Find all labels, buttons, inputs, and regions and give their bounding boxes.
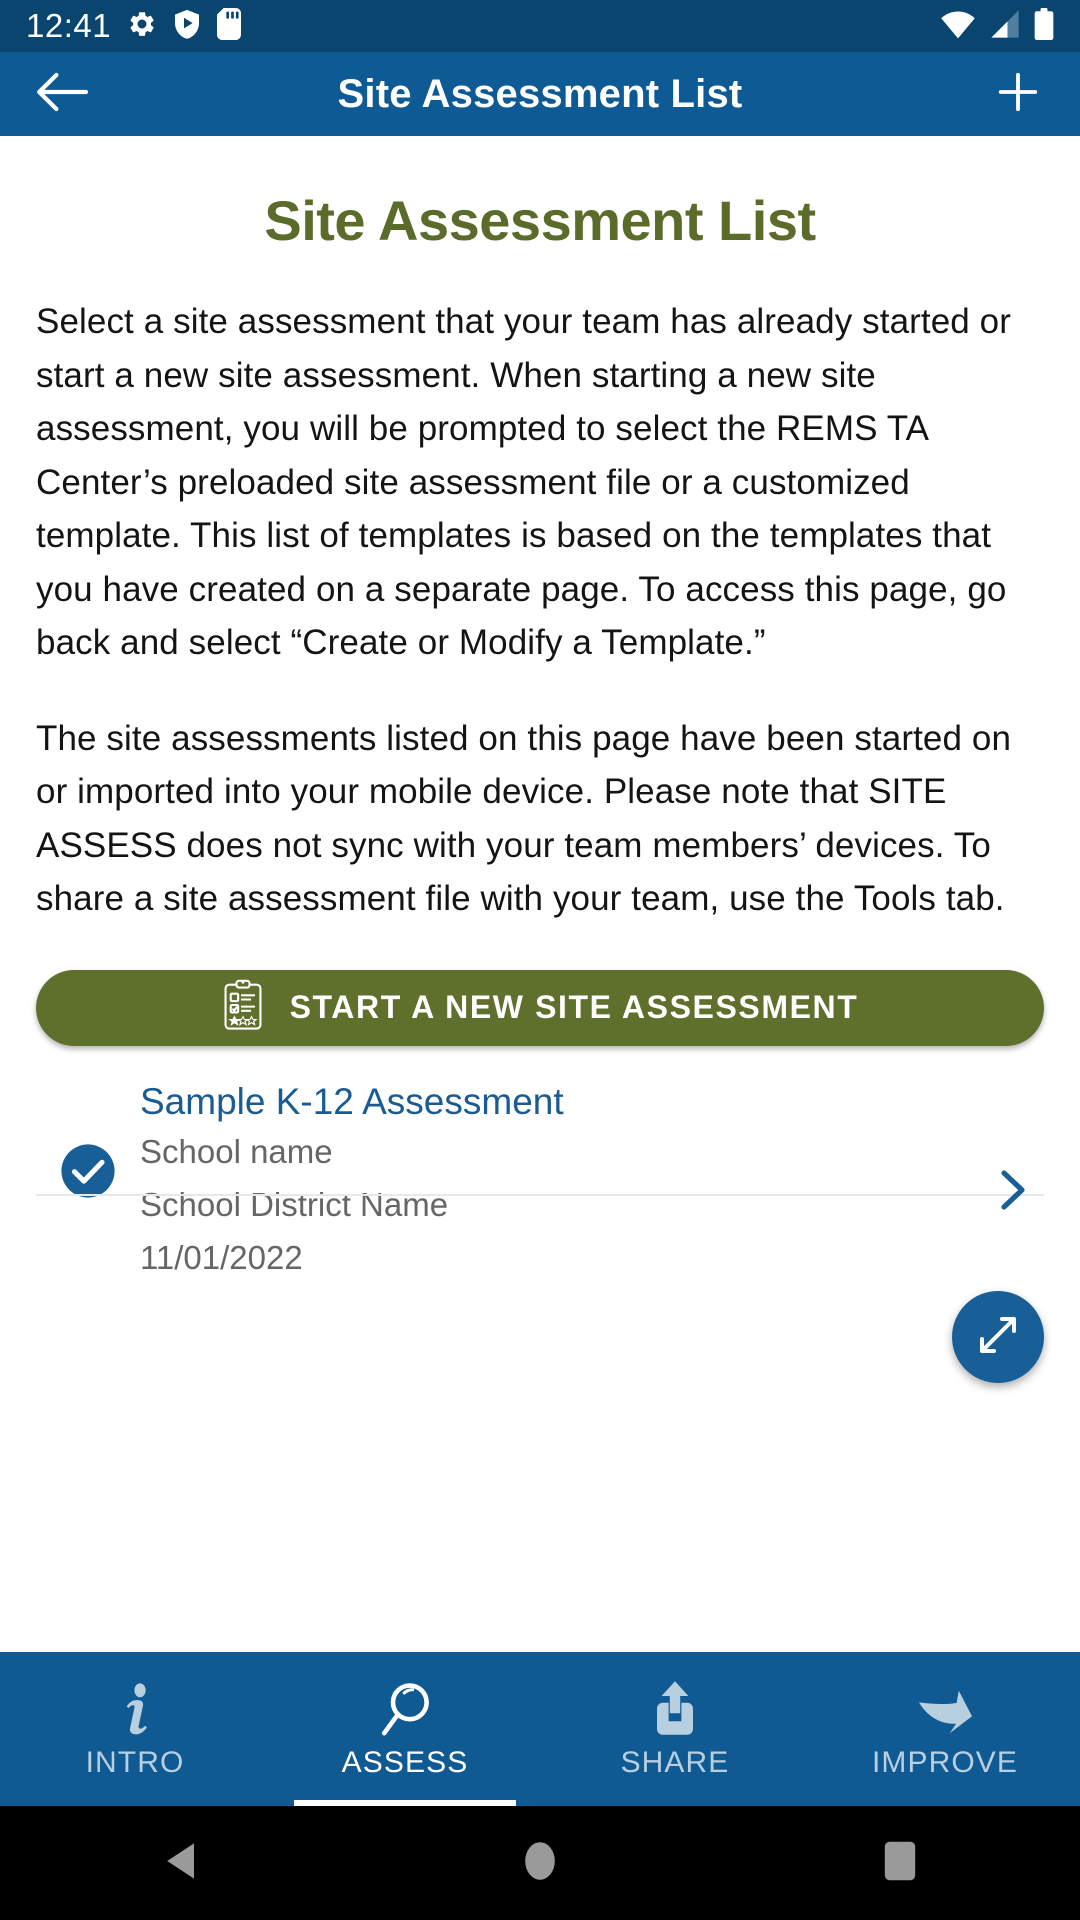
app-bar: Site Assessment List [0, 52, 1080, 136]
tab-share-label: SHARE [620, 1746, 730, 1779]
list-divider [36, 1193, 1044, 1196]
android-back-button[interactable] [120, 1806, 240, 1920]
chevron-right-icon[interactable] [996, 1168, 1030, 1217]
selected-indicator[interactable] [36, 1080, 140, 1205]
status-bar-left: 12:41 [26, 7, 242, 45]
tab-improve[interactable]: IMPROVE [810, 1652, 1080, 1806]
share-upload-icon [652, 1678, 698, 1740]
intro-paragraph-1: Select a site assessment that your team … [36, 302, 1012, 662]
curved-arrow-icon [916, 1678, 974, 1740]
android-nav-bar [0, 1806, 1080, 1920]
tab-assess[interactable]: ASSESS [270, 1652, 540, 1806]
school-name: School name [140, 1133, 333, 1171]
android-home-icon [521, 1839, 559, 1888]
tab-intro-label: INTRO [85, 1746, 185, 1779]
back-arrow-icon [36, 71, 89, 118]
phone-screen: 12:41 Site Assessment List Site Assessme… [0, 0, 1080, 1920]
app-bar-title: Site Assessment List [337, 71, 743, 116]
clipboard-checklist-icon [222, 979, 264, 1036]
start-new-site-assessment-label: START A NEW SITE ASSESSMENT [289, 989, 859, 1025]
wifi-icon [940, 9, 976, 44]
list-item-body: Sample K-12 Assessment School name Schoo… [140, 1080, 1044, 1282]
tab-share[interactable]: SHARE [540, 1652, 810, 1806]
expand-fab-button[interactable] [952, 1291, 1044, 1383]
assessment-date: 11/01/2022 [140, 1238, 303, 1276]
main-content: Site Assessment List Select a site asses… [0, 136, 1080, 1652]
expand-diagonal-icon [974, 1311, 1022, 1364]
bottom-tab-bar: INTRO ASSESS SHARE IMPROVE [0, 1652, 1080, 1806]
gear-icon [127, 9, 157, 44]
android-recents-button[interactable] [840, 1806, 960, 1920]
android-home-button[interactable] [480, 1806, 600, 1920]
plus-icon [995, 69, 1041, 120]
intro-paragraph-2: The site assessments listed on this page… [36, 718, 1012, 919]
info-italic-icon [113, 1678, 157, 1740]
page-title: Site Assessment List [264, 189, 816, 252]
cellular-signal-icon [988, 9, 1022, 44]
back-button[interactable] [26, 58, 98, 130]
status-time: 12:41 [26, 7, 112, 44]
tab-intro[interactable]: INTRO [0, 1652, 270, 1806]
android-recents-icon [882, 1839, 918, 1888]
active-tab-underline [294, 1800, 516, 1806]
sd-card-icon [217, 7, 242, 45]
tab-assess-label: ASSESS [341, 1746, 469, 1779]
android-back-icon [162, 1841, 198, 1886]
assessment-title[interactable]: Sample K-12 Assessment [140, 1080, 954, 1124]
status-bar: 12:41 [0, 0, 1080, 52]
assessment-list: Sample K-12 Assessment School name Schoo… [36, 1072, 1044, 1282]
magnifier-icon [379, 1678, 431, 1740]
tab-improve-label: IMPROVE [871, 1746, 1019, 1779]
shield-play-icon [173, 9, 201, 44]
battery-icon [1034, 7, 1054, 45]
list-item[interactable]: Sample K-12 Assessment School name Schoo… [36, 1072, 1044, 1282]
start-new-site-assessment-button[interactable]: START A NEW SITE ASSESSMENT [36, 969, 1044, 1046]
district-name: School District Name [140, 1186, 449, 1224]
add-assessment-button[interactable] [982, 58, 1054, 130]
status-bar-right [940, 7, 1054, 45]
